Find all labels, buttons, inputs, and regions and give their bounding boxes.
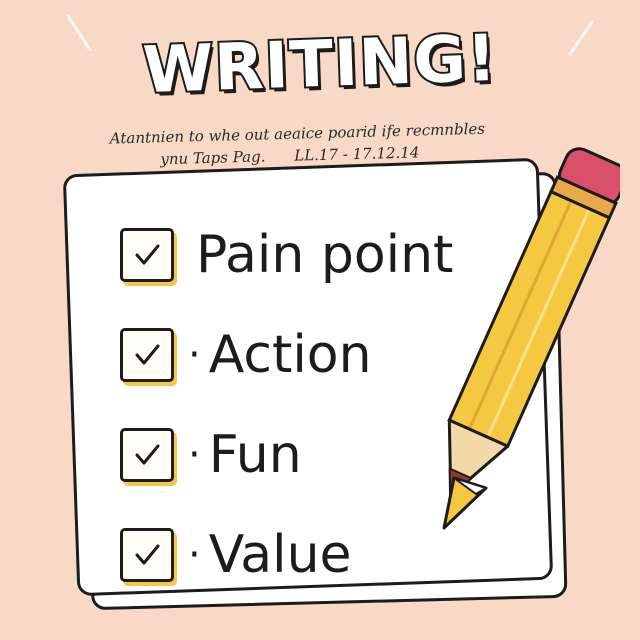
- bullet-dot: ·: [188, 432, 201, 478]
- illustration-canvas: WRITING! Atantnien to whe out aeaice poa…: [0, 0, 640, 640]
- checked-checkbox-icon[interactable]: [120, 428, 174, 482]
- checkmark-icon: [135, 244, 160, 265]
- checkmark-icon: [135, 444, 160, 465]
- checked-checkbox-icon[interactable]: [120, 528, 174, 582]
- checked-checkbox-icon[interactable]: [120, 328, 174, 382]
- checklist-item-label: Action: [208, 325, 372, 385]
- checklist-item-label: Value: [208, 525, 352, 585]
- checklist-item-label: Pain point: [196, 225, 454, 285]
- subtitle-line-2: ynu Taps Pag.: [160, 147, 266, 169]
- pencil-body: [447, 189, 612, 449]
- checklist-item-label: Fun: [208, 425, 302, 485]
- checklist-item-value: · Value: [120, 505, 453, 605]
- checklist-item-pain-point: Pain point: [120, 205, 453, 305]
- pencil-shaving-icon: [442, 476, 488, 530]
- checkmark-icon: [135, 344, 160, 365]
- checked-checkbox-icon[interactable]: [120, 228, 174, 282]
- bullet-dot: ·: [188, 332, 201, 378]
- checklist-item-fun: · Fun: [120, 405, 453, 505]
- checkmark-icon: [135, 544, 160, 565]
- checklist: Pain point · Action · Fun · Value: [120, 205, 453, 605]
- bullet-dot: ·: [188, 532, 201, 578]
- checklist-item-action: · Action: [120, 305, 453, 405]
